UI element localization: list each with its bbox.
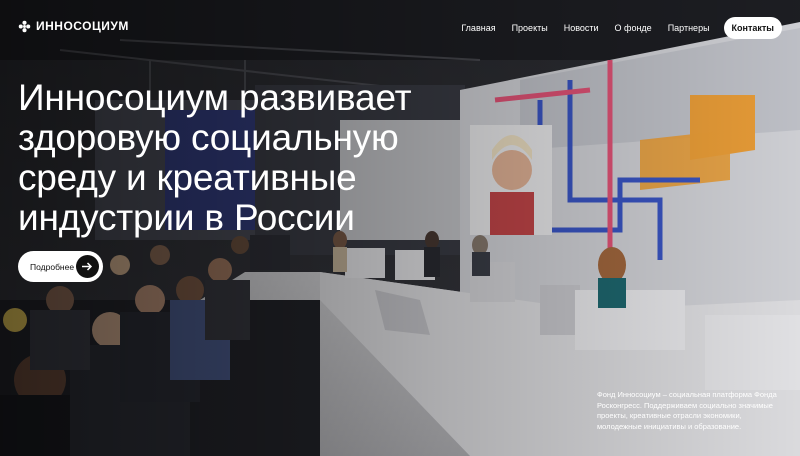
- nav-item-news[interactable]: Новости: [564, 23, 599, 33]
- nav-item-projects[interactable]: Проекты: [512, 23, 548, 33]
- hero-section: ИННОСОЦИУМ Главная Проекты Новости О фон…: [0, 0, 800, 456]
- arrow-right-icon: [76, 255, 99, 278]
- brand-logo[interactable]: ИННОСОЦИУМ: [18, 19, 129, 33]
- nav-item-home[interactable]: Главная: [461, 23, 495, 33]
- asterisk-logo-icon: [18, 20, 31, 32]
- nav-item-partners[interactable]: Партнеры: [668, 23, 710, 33]
- brand-name: ИННОСОЦИУМ: [36, 19, 129, 33]
- nav-item-about[interactable]: О фонде: [615, 23, 652, 33]
- more-button-label: Подробнее: [30, 261, 75, 272]
- hero-title: Инносоциум развивает здоровую социальную…: [18, 77, 412, 238]
- site-header: ИННОСОЦИУМ Главная Проекты Новости О фон…: [0, 0, 800, 56]
- main-nav: Главная Проекты Новости О фонде Партнеры…: [445, 17, 782, 39]
- hero-description: Фонд Инносоциум – социальная платформа Ф…: [597, 390, 777, 431]
- contacts-button[interactable]: Контакты: [723, 17, 782, 39]
- more-button[interactable]: Подробнее: [18, 251, 103, 282]
